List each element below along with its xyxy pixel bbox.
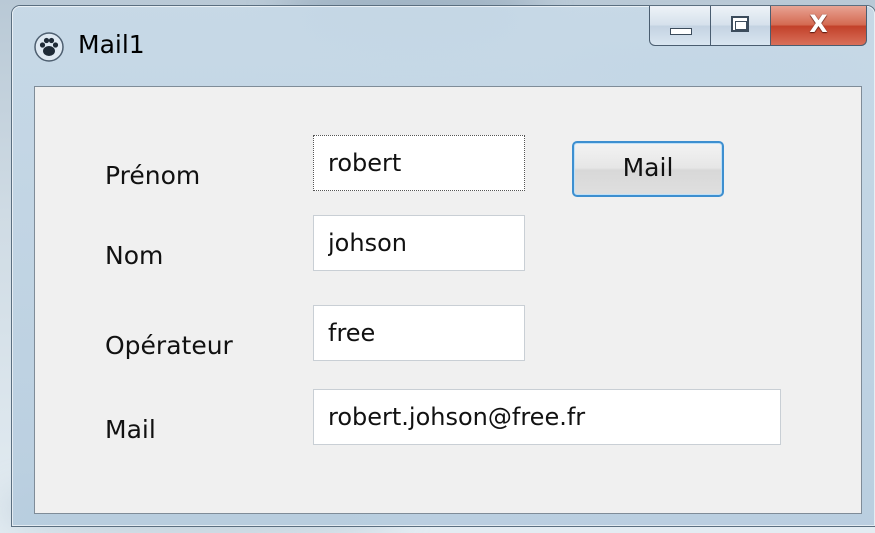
window-title: Mail1 xyxy=(78,30,145,59)
minimize-icon xyxy=(670,28,692,35)
form-panel: Prénom Mail Nom Opérateur Mail xyxy=(34,86,862,514)
caption-buttons: X xyxy=(649,6,867,50)
title-bar[interactable]: Mail1 X xyxy=(12,6,875,84)
operateur-label: Opérateur xyxy=(105,331,233,360)
prenom-field[interactable] xyxy=(313,135,525,191)
paw-icon xyxy=(34,32,64,62)
mail-field[interactable] xyxy=(313,389,781,445)
mail1-window: Mail1 X Prénom Mail Nom Opérateur Mail xyxy=(12,6,875,526)
nom-label: Nom xyxy=(105,241,164,270)
nom-field[interactable] xyxy=(313,215,525,271)
operateur-field[interactable] xyxy=(313,305,525,361)
minimize-button[interactable] xyxy=(649,6,711,46)
close-button[interactable]: X xyxy=(771,6,867,46)
close-icon: X xyxy=(809,10,828,38)
maximize-button[interactable] xyxy=(711,6,771,46)
maximize-icon xyxy=(731,16,749,32)
mail-button[interactable]: Mail xyxy=(572,141,724,197)
mail-label: Mail xyxy=(105,415,156,444)
prenom-label: Prénom xyxy=(105,161,201,190)
